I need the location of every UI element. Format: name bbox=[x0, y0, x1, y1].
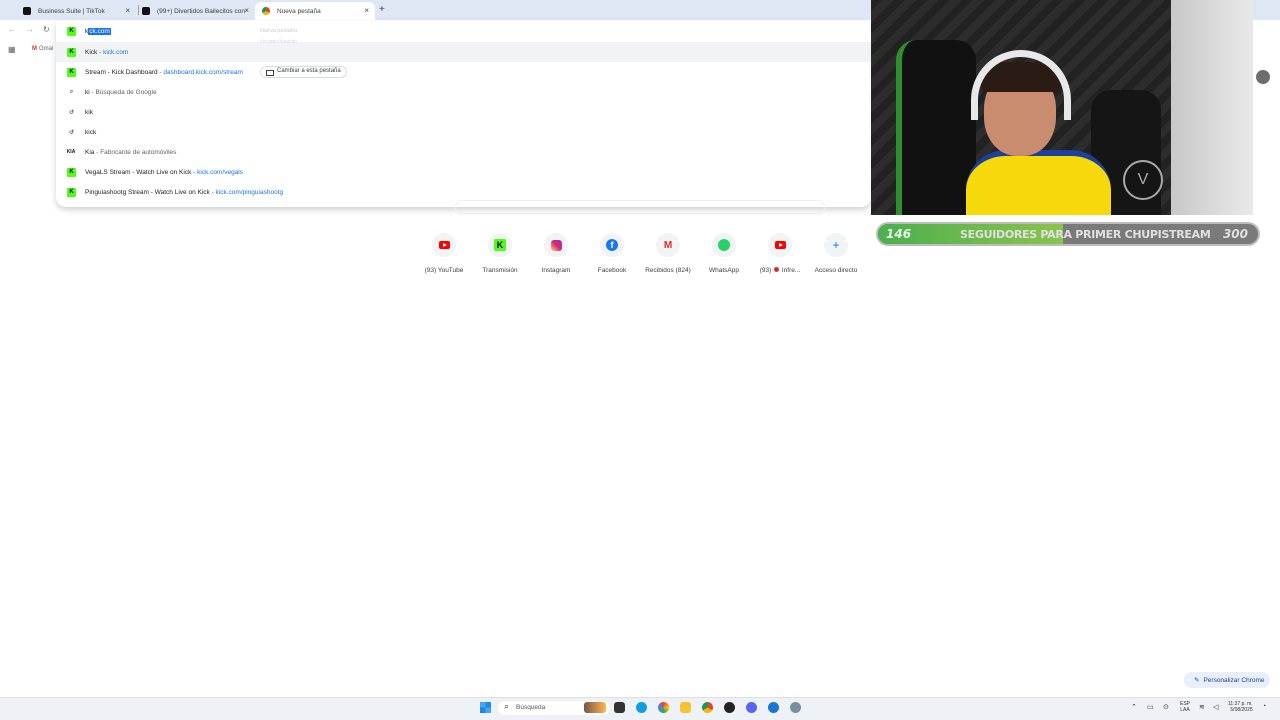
ghost-tab-title: Nueva pestaña bbox=[260, 28, 297, 34]
app-icon[interactable] bbox=[768, 702, 779, 713]
copilot-icon[interactable] bbox=[658, 702, 669, 713]
history-icon: ↺ bbox=[68, 109, 75, 116]
suggestion-kia[interactable]: KIA Kia - Fabricante de automóviles bbox=[56, 142, 871, 162]
suggestion-history-kick[interactable]: ↺ kick bbox=[56, 122, 871, 142]
suggestion-kick-dashboard[interactable]: K Stream - Kick Dashboard - dashboard.ki… bbox=[56, 62, 871, 82]
notification-bell-icon[interactable]: ◔ bbox=[1262, 703, 1266, 710]
bookmark-gmail[interactable]: M Gmai bbox=[32, 46, 53, 52]
kick-icon: K bbox=[67, 187, 76, 197]
kick-icon: K bbox=[67, 26, 76, 36]
google-search-box[interactable] bbox=[455, 200, 825, 214]
omnibox-input[interactable]: kikck.com bbox=[85, 27, 111, 35]
tab-title: (99+) Divertidos Bailecitos con bbox=[157, 7, 245, 15]
kick-icon: K bbox=[67, 47, 76, 57]
shortcut-facebook[interactable]: f Facebook bbox=[584, 233, 640, 274]
widget-icon[interactable] bbox=[584, 702, 606, 713]
gmail-icon: M bbox=[663, 239, 673, 251]
streamer-shirt bbox=[966, 150, 1111, 215]
windows-start-icon[interactable] bbox=[480, 702, 491, 713]
close-icon[interactable]: × bbox=[244, 6, 249, 15]
shortcut-whatsapp[interactable]: WhatsApp bbox=[696, 233, 752, 274]
new-tab-button[interactable]: + bbox=[379, 4, 385, 15]
tab-new-tab[interactable]: Nueva pestaña × bbox=[255, 2, 375, 20]
tiktok-icon bbox=[23, 7, 31, 15]
whatsapp-icon bbox=[718, 239, 730, 251]
forward-icon[interactable]: → bbox=[26, 25, 34, 34]
tray-volume-icon[interactable]: ◁ bbox=[1213, 703, 1218, 711]
chrome-icon bbox=[262, 7, 270, 15]
suggestion-vegals[interactable]: K VegaLS Stream - Watch Live on Kick - k… bbox=[56, 162, 871, 182]
tray-network-icon[interactable]: ▭ bbox=[1147, 703, 1154, 711]
shortcut-gmail[interactable]: M Recibidos (824) bbox=[640, 233, 696, 274]
profile-avatar[interactable] bbox=[1256, 70, 1270, 84]
webcam-overlay: V bbox=[871, 0, 1253, 215]
omnibox-selected-text: ck.com bbox=[88, 27, 111, 35]
gmail-icon: M bbox=[32, 46, 37, 52]
chair-logo: V bbox=[1123, 160, 1163, 200]
close-icon[interactable]: × bbox=[125, 6, 130, 15]
tiktok-icon bbox=[142, 7, 150, 15]
kick-icon: K bbox=[493, 239, 507, 251]
tray-clock[interactable]: 11:37 p. m. 5/08/2025 bbox=[1228, 701, 1253, 713]
history-icon: ↺ bbox=[68, 129, 75, 136]
live-dot-icon bbox=[774, 267, 780, 272]
tray-language[interactable]: ESP LAA bbox=[1180, 701, 1190, 713]
kick-icon: K bbox=[67, 167, 76, 177]
youtube-icon bbox=[438, 241, 450, 249]
tray-chevron-icon[interactable]: ⌃ bbox=[1131, 703, 1137, 711]
tray-mic-icon[interactable]: ⊙ bbox=[1163, 703, 1169, 711]
suggestion-pinguiashootg[interactable]: K Pinguiashootg Stream - Watch Live on K… bbox=[56, 182, 871, 202]
suggestion-history-kik[interactable]: ↺ kik bbox=[56, 102, 871, 122]
suggestion-kick[interactable]: K Kick - kick.com bbox=[56, 42, 871, 62]
youtube-icon bbox=[774, 241, 786, 249]
obs-icon[interactable] bbox=[724, 702, 735, 713]
close-icon[interactable]: × bbox=[364, 6, 369, 15]
search-icon: ⌕ bbox=[69, 88, 74, 95]
tab-title: Business Suite | TikTok bbox=[38, 7, 105, 15]
follower-goal-bar: 146 SEGUIDORES PARA PRIMER CHUPISTREAM 3… bbox=[876, 222, 1260, 246]
suggestion-google-search[interactable]: ⌕ ki - Búsqueda de Google bbox=[56, 82, 871, 102]
task-view-icon[interactable] bbox=[614, 702, 625, 713]
settings-icon[interactable] bbox=[790, 702, 801, 713]
plus-icon: + bbox=[832, 238, 840, 252]
reload-icon[interactable]: ↻ bbox=[43, 25, 50, 34]
kick-icon: K bbox=[67, 67, 76, 77]
kia-logo-icon: KIA bbox=[66, 149, 76, 155]
goal-target: 300 bbox=[1222, 227, 1248, 241]
tab-title: Nueva pestaña bbox=[277, 7, 321, 15]
shortcut-transmision[interactable]: K Transmisión bbox=[472, 233, 528, 274]
edge-icon[interactable] bbox=[636, 702, 647, 713]
switch-to-tab-button[interactable]: Cambiar a esta pestaña bbox=[260, 66, 347, 78]
ghost-tab-url: chrome://newtab bbox=[260, 39, 297, 45]
chrome-icon[interactable] bbox=[702, 702, 713, 713]
apps-grid-icon[interactable]: ▦ bbox=[8, 45, 16, 54]
tray-wifi-icon[interactable]: ≋ bbox=[1199, 703, 1205, 711]
facebook-icon: f bbox=[606, 239, 618, 251]
file-explorer-icon[interactable] bbox=[680, 702, 691, 713]
goal-title: SEGUIDORES PARA PRIMER CHUPISTREAM bbox=[960, 228, 1211, 241]
goal-current: 146 bbox=[886, 227, 912, 241]
instagram-icon bbox=[550, 239, 562, 251]
discord-icon[interactable] bbox=[746, 702, 757, 713]
shortcut-youtube[interactable]: (93) YouTube bbox=[416, 233, 472, 274]
tab-divertidos[interactable]: (99+) Divertidos Bailecitos con × bbox=[135, 2, 255, 20]
pencil-icon: ✎ bbox=[1194, 677, 1200, 684]
door bbox=[1171, 0, 1253, 215]
gaming-chair bbox=[896, 40, 976, 215]
back-icon[interactable]: ← bbox=[8, 25, 16, 34]
shortcut-youtube-live[interactable]: (93) Infre... bbox=[752, 233, 808, 274]
omnibox-dropdown: K kikck.com K Kick - kick.com K Stream -… bbox=[56, 21, 871, 207]
shortcut-add[interactable]: + Acceso directo bbox=[808, 233, 864, 274]
omnibox-input-row[interactable]: K kikck.com bbox=[56, 21, 871, 41]
customize-chrome-button[interactable]: ✎ Personalizar Chrome bbox=[1184, 672, 1270, 688]
shortcut-instagram[interactable]: Instagram bbox=[528, 233, 584, 274]
tab-business-suite[interactable]: Business Suite | TikTok × bbox=[16, 2, 136, 20]
